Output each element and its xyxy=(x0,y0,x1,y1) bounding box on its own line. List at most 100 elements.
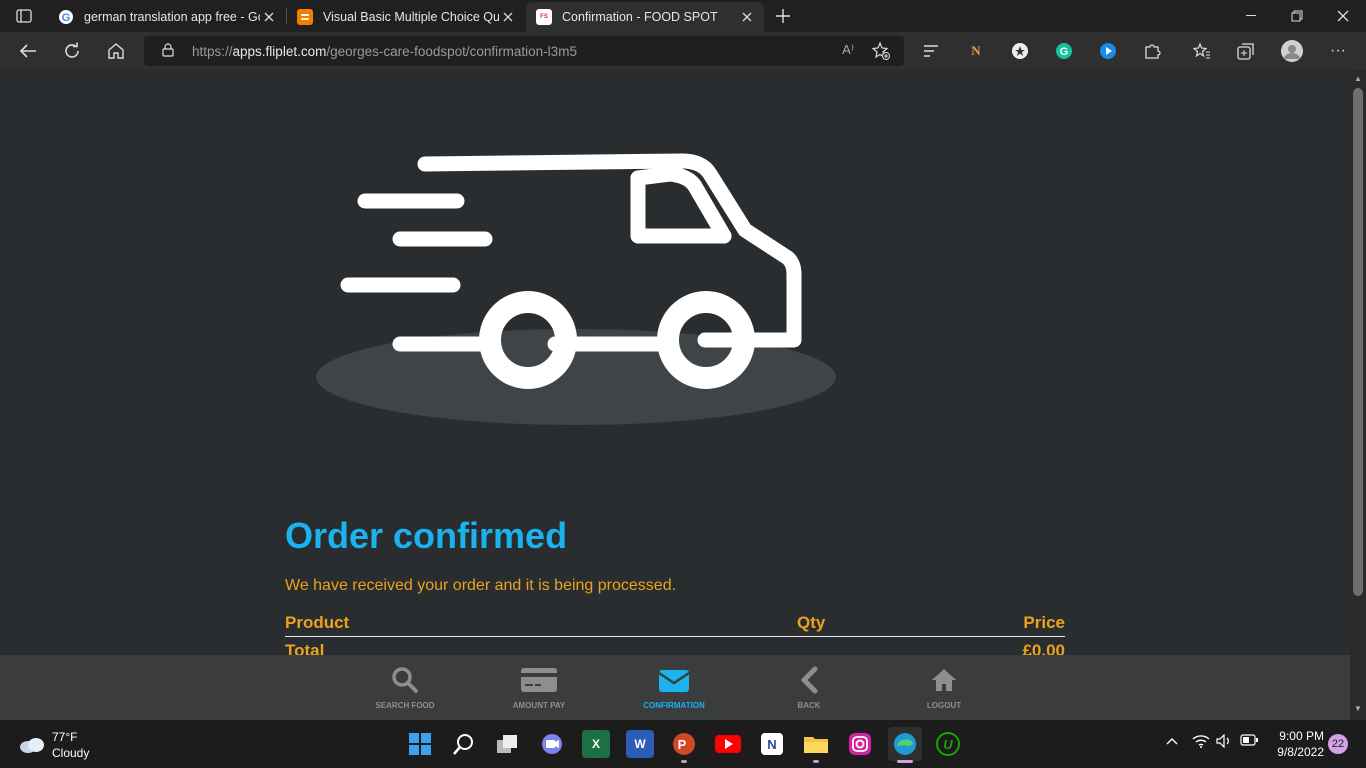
file-explorer-icon[interactable] xyxy=(802,730,830,758)
tab-visual-basic[interactable]: Visual Basic Multiple Choice Que xyxy=(287,2,525,32)
extension-n-icon[interactable]: N xyxy=(966,41,986,61)
home-browser-icon[interactable] xyxy=(102,38,130,64)
edge-browser-icon[interactable] xyxy=(888,727,922,761)
notion-app-icon[interactable]: N xyxy=(758,730,786,758)
product-header: Product xyxy=(285,613,350,632)
table-header-row: Product Qty Price xyxy=(285,613,1065,637)
order-summary: Order confirmed We have received your or… xyxy=(285,515,1065,665)
nav-logout[interactable]: LOGOUT xyxy=(899,665,989,710)
nav-label: BACK xyxy=(797,701,821,710)
scroll-up-icon[interactable]: ▲ xyxy=(1354,74,1362,83)
minimize-icon[interactable] xyxy=(1228,0,1274,32)
search-icon xyxy=(360,665,450,695)
close-tab-icon[interactable] xyxy=(738,8,756,26)
volume-icon[interactable] xyxy=(1216,733,1232,751)
app-running-indicator xyxy=(681,760,687,763)
tab-title: Visual Basic Multiple Choice Que xyxy=(323,10,499,24)
battery-icon[interactable] xyxy=(1240,734,1258,749)
weather-temp: 77°F xyxy=(52,730,78,744)
url-path: /georges-care-foodspot/confirmation-l3m5 xyxy=(326,44,577,59)
svg-text:G: G xyxy=(1060,46,1069,58)
youtube-icon[interactable] xyxy=(714,730,742,758)
notification-badge[interactable]: 22 xyxy=(1328,734,1348,754)
nav-search-food[interactable]: SEARCH FOOD xyxy=(360,665,450,710)
svg-text:G: G xyxy=(62,12,71,24)
nav-amount-pay[interactable]: AMOUNT PAY xyxy=(494,665,584,710)
collections-icon[interactable] xyxy=(1236,41,1256,61)
svg-text:P: P xyxy=(678,737,687,752)
tab-actions-icon[interactable] xyxy=(10,6,38,26)
page-title: Order confirmed xyxy=(285,515,568,556)
favorites-icon[interactable] xyxy=(1192,41,1212,61)
app-bottom-nav: SEARCH FOOD AMOUNT PAY CONFIRMATION BACK… xyxy=(0,655,1350,720)
tab-confirmation-foodspot[interactable]: FS Confirmation - FOOD SPOT xyxy=(526,2,764,32)
nav-label: SEARCH FOOD xyxy=(375,701,435,710)
upwork-icon[interactable]: U xyxy=(934,730,962,758)
foodspot-icon: FS xyxy=(536,9,552,25)
system-clock[interactable]: 9:00 PM 9/8/2022 xyxy=(1262,728,1324,760)
svg-text:U: U xyxy=(943,737,953,752)
nav-label: CONFIRMATION xyxy=(643,701,705,710)
url-domain: apps.fliplet.com xyxy=(232,44,327,59)
grammarly-icon[interactable]: G xyxy=(1054,41,1074,61)
close-tab-icon[interactable] xyxy=(499,8,517,26)
lock-icon[interactable] xyxy=(162,43,174,62)
excel-icon[interactable]: X xyxy=(582,730,610,758)
extensions-puzzle-icon[interactable] xyxy=(1142,41,1162,61)
page-content: Order confirmed We have received your or… xyxy=(0,70,1350,720)
blogger-icon xyxy=(297,9,313,25)
address-toolbar: https://apps.fliplet.com/georges-care-fo… xyxy=(0,32,1366,70)
show-hidden-icons[interactable] xyxy=(1166,734,1178,748)
profile-avatar-icon[interactable] xyxy=(1280,39,1304,63)
add-favorite-icon[interactable] xyxy=(871,41,890,65)
qty-header: Qty xyxy=(797,613,826,632)
powerpoint-icon[interactable]: P xyxy=(670,730,698,758)
nav-back[interactable]: BACK xyxy=(764,665,854,710)
wifi-icon[interactable] xyxy=(1192,734,1210,751)
url-prefix: https:// xyxy=(192,44,233,59)
weather-desc: Cloudy xyxy=(52,746,90,760)
instagram-icon[interactable] xyxy=(846,730,874,758)
scrollbar-thumb[interactable] xyxy=(1353,88,1363,596)
app-active-indicator xyxy=(897,760,913,763)
extension-play-icon[interactable] xyxy=(1098,41,1118,61)
google-icon: G xyxy=(58,9,74,25)
scroll-down-icon[interactable]: ▼ xyxy=(1354,704,1362,713)
refresh-icon[interactable] xyxy=(58,38,86,64)
tab-strip: G german translation app free - Go Visua… xyxy=(0,0,1366,32)
home-icon xyxy=(899,665,989,695)
reading-list-icon[interactable] xyxy=(922,41,942,61)
tab-title: german translation app free - Go xyxy=(84,10,260,24)
nav-label: LOGOUT xyxy=(926,701,962,710)
price-header: Price xyxy=(1023,613,1065,632)
windows-taskbar: 77°F Cloudy X W P N U 9:00 PM 9/8/2022 2… xyxy=(0,720,1366,768)
word-icon[interactable]: W xyxy=(626,730,654,758)
nav-confirmation[interactable]: CONFIRMATION xyxy=(629,665,719,710)
restore-icon[interactable] xyxy=(1274,0,1320,32)
extension-star-icon[interactable] xyxy=(1010,41,1030,61)
close-tab-icon[interactable] xyxy=(260,8,278,26)
delivery-truck-icon xyxy=(316,153,836,425)
windows-start-icon[interactable] xyxy=(406,730,434,758)
read-aloud-icon[interactable]: A⁾ xyxy=(842,42,854,58)
tab-title: Confirmation - FOOD SPOT xyxy=(562,10,718,24)
chevron-left-icon xyxy=(764,665,854,695)
new-tab-icon[interactable] xyxy=(772,5,794,27)
teams-chat-icon[interactable] xyxy=(538,730,566,758)
nav-label: AMOUNT PAY xyxy=(512,701,566,710)
back-arrow-icon[interactable] xyxy=(14,38,42,64)
more-menu-icon[interactable]: ··· xyxy=(1328,41,1348,61)
envelope-icon xyxy=(629,665,719,695)
address-bar[interactable]: https://apps.fliplet.com/georges-care-fo… xyxy=(144,36,904,66)
task-view-icon[interactable] xyxy=(494,730,522,758)
clock-date: 9/8/2022 xyxy=(1277,745,1324,759)
close-window-icon[interactable] xyxy=(1320,0,1366,32)
tab-google-search[interactable]: G german translation app free - Go xyxy=(48,2,286,32)
search-taskbar-icon[interactable] xyxy=(450,730,478,758)
page-scrollbar[interactable]: ▲ ▼ xyxy=(1350,70,1366,720)
app-running-indicator xyxy=(813,760,819,763)
clock-time: 9:00 PM xyxy=(1279,729,1324,743)
confirmation-message: We have received your order and it is be… xyxy=(285,577,677,594)
url-text[interactable]: https://apps.fliplet.com/georges-care-fo… xyxy=(192,44,577,59)
cloud-icon xyxy=(18,736,46,758)
